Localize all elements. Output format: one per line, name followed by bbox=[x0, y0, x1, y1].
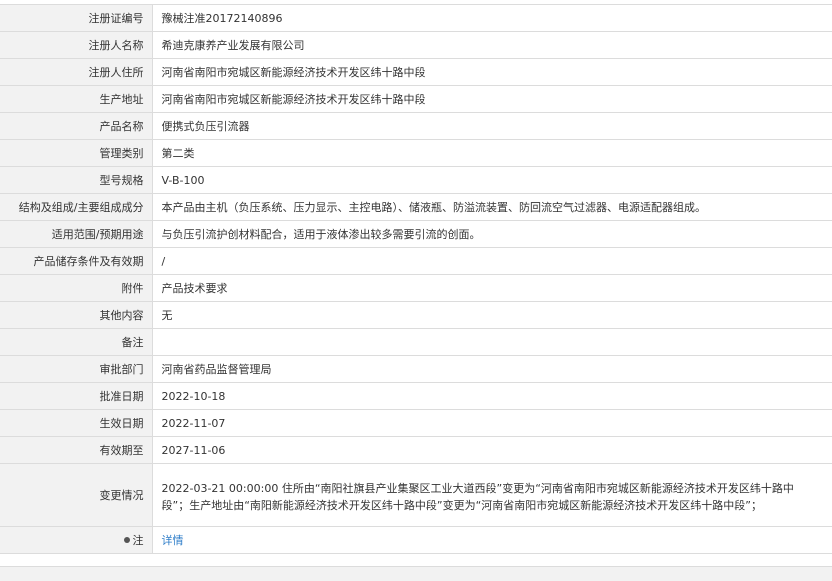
row-value: 河南省药品监督管理局 bbox=[152, 355, 832, 383]
row-effective-date: 生效日期 2022-11-07 bbox=[0, 409, 832, 437]
row-attachment: 附件 产品技术要求 bbox=[0, 274, 832, 302]
row-label: 注册证编号 bbox=[0, 4, 153, 32]
row-value: 2022-11-07 bbox=[152, 409, 832, 437]
bullet-icon bbox=[123, 537, 130, 543]
row-value: V-B-100 bbox=[152, 166, 832, 194]
row-storage-shelf-life: 产品储存条件及有效期 / bbox=[0, 247, 832, 275]
row-value: / bbox=[152, 247, 832, 275]
row-value: 2022-10-18 bbox=[152, 382, 832, 410]
row-production-address: 生产地址 河南省南阳市宛城区新能源经济技术开发区纬十路中段 bbox=[0, 85, 832, 113]
row-label: 注册人住所 bbox=[0, 58, 153, 86]
row-label: 管理类别 bbox=[0, 139, 153, 167]
row-value: 希迪克康养产业发展有限公司 bbox=[152, 31, 832, 59]
row-valid-until: 有效期至 2027-11-06 bbox=[0, 436, 832, 464]
row-change-history: 变更情况 2022-03-21 00:00:00 住所由“南阳社旗县产业集聚区工… bbox=[0, 463, 832, 527]
row-label: 结构及组成/主要组成成分 bbox=[0, 193, 153, 221]
row-label: 备注 bbox=[0, 328, 153, 356]
row-registrant-name: 注册人名称 希迪克康养产业发展有限公司 bbox=[0, 31, 832, 59]
row-label: 有效期至 bbox=[0, 436, 153, 464]
row-label: 型号规格 bbox=[0, 166, 153, 194]
row-registration-number: 注册证编号 豫械注准20172140896 bbox=[0, 4, 832, 32]
row-value bbox=[152, 328, 832, 356]
row-model-spec: 型号规格 V-B-100 bbox=[0, 166, 832, 194]
row-registrant-address: 注册人住所 河南省南阳市宛城区新能源经济技术开发区纬十路中段 bbox=[0, 58, 832, 86]
row-label: 批准日期 bbox=[0, 382, 153, 410]
row-label: 审批部门 bbox=[0, 355, 153, 383]
row-other-content: 其他内容 无 bbox=[0, 301, 832, 329]
details-link[interactable]: 详情 bbox=[162, 534, 184, 547]
row-value: 本产品由主机（负压系统、压力显示、主控电路）、储液瓶、防溢流装置、防回流空气过滤… bbox=[152, 193, 832, 221]
row-value: 第二类 bbox=[152, 139, 832, 167]
row-value: 产品技术要求 bbox=[152, 274, 832, 302]
row-value: 便携式负压引流器 bbox=[152, 112, 832, 140]
row-intended-use: 适用范围/预期用途 与负压引流护创材料配合，适用于液体渗出较多需要引流的创面。 bbox=[0, 220, 832, 248]
row-approval-department: 审批部门 河南省药品监督管理局 bbox=[0, 355, 832, 383]
note-value-cell: 详情 bbox=[152, 526, 832, 554]
row-remarks: 备注 bbox=[0, 328, 832, 356]
row-approval-date: 批准日期 2022-10-18 bbox=[0, 382, 832, 410]
row-label: 附件 bbox=[0, 274, 153, 302]
row-label: 生效日期 bbox=[0, 409, 153, 437]
row-label: 其他内容 bbox=[0, 301, 153, 329]
row-value: 河南省南阳市宛城区新能源经济技术开发区纬十路中段 bbox=[152, 58, 832, 86]
row-structure-composition: 结构及组成/主要组成成分 本产品由主机（负压系统、压力显示、主控电路）、储液瓶、… bbox=[0, 193, 832, 221]
row-value: 2022-03-21 00:00:00 住所由“南阳社旗县产业集聚区工业大道西段… bbox=[152, 463, 832, 527]
row-management-category: 管理类别 第二类 bbox=[0, 139, 832, 167]
row-value: 河南省南阳市宛城区新能源经济技术开发区纬十路中段 bbox=[152, 85, 832, 113]
note-label: 注 bbox=[132, 534, 144, 547]
row-value: 豫械注准20172140896 bbox=[152, 4, 832, 32]
note-label-cell: 注 bbox=[0, 526, 153, 554]
row-value: 无 bbox=[152, 301, 832, 329]
row-value: 与负压引流护创材料配合，适用于液体渗出较多需要引流的创面。 bbox=[152, 220, 832, 248]
row-label: 注册人名称 bbox=[0, 31, 153, 59]
row-note: 注 详情 bbox=[0, 526, 832, 554]
row-label: 适用范围/预期用途 bbox=[0, 220, 153, 248]
row-product-name: 产品名称 便携式负压引流器 bbox=[0, 112, 832, 140]
row-label: 生产地址 bbox=[0, 85, 153, 113]
bottom-bar bbox=[0, 566, 832, 581]
registration-detail-table: 注册证编号 豫械注准20172140896 注册人名称 希迪克康养产业发展有限公… bbox=[0, 4, 832, 554]
row-value: 2027-11-06 bbox=[152, 436, 832, 464]
row-label: 产品名称 bbox=[0, 112, 153, 140]
registration-detail-page: 注册证编号 豫械注准20172140896 注册人名称 希迪克康养产业发展有限公… bbox=[0, 0, 832, 581]
row-label: 变更情况 bbox=[0, 463, 153, 527]
row-label: 产品储存条件及有效期 bbox=[0, 247, 153, 275]
